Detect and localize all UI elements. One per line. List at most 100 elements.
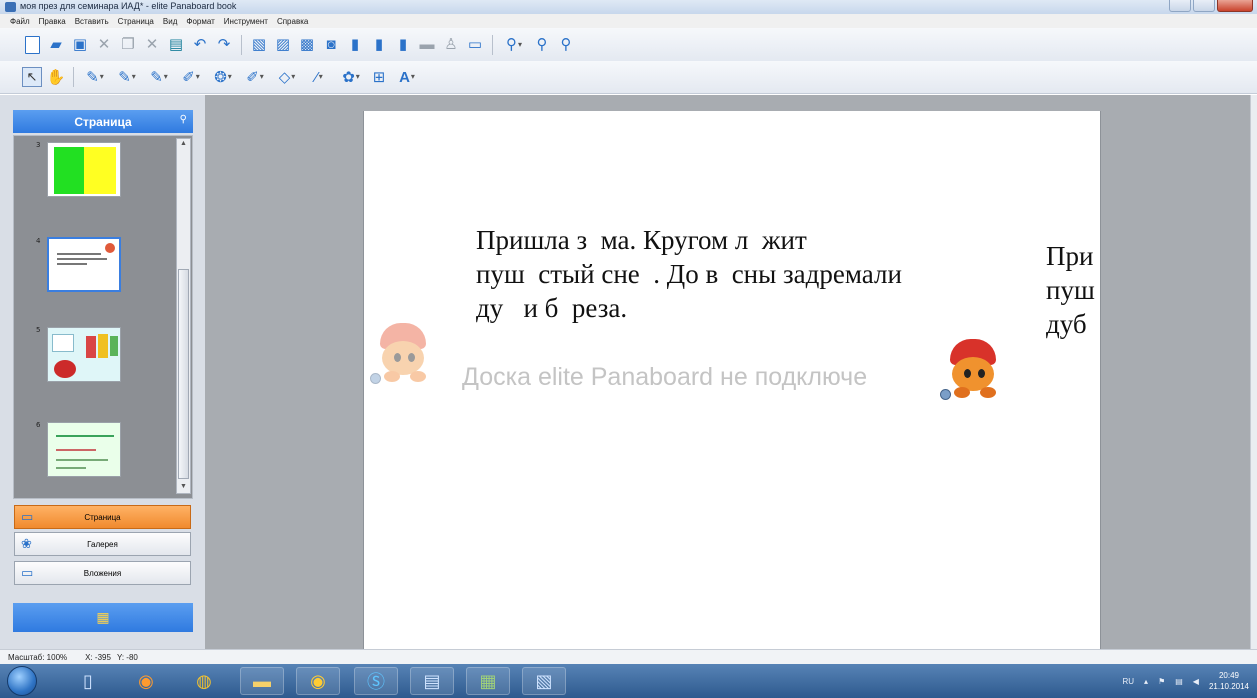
player-icon[interactable]: ◉ (296, 667, 340, 695)
insert-page-icon[interactable]: ▧ (249, 35, 269, 55)
menu-file[interactable]: Файл (10, 17, 30, 26)
select-cursor-icon[interactable]: ↖ (22, 67, 42, 87)
chrome-icon[interactable]: ◍ (182, 667, 226, 695)
lock-icon[interactable]: ▬ (417, 35, 437, 55)
mascot-pin-icon (940, 389, 951, 400)
maximize-button[interactable] (1193, 0, 1215, 12)
system-tray: RU ▴ ⚑ ▤ ◀ 20:49 21.10.2014 (1122, 664, 1249, 698)
tab-page-label: Страница (84, 512, 121, 522)
paste-icon[interactable]: ▤ (166, 35, 186, 55)
print-icon[interactable]: ▮ (393, 35, 413, 55)
shape-icon[interactable]: ◇ (273, 67, 301, 87)
thumbnail-text-line (56, 449, 96, 451)
menu-page[interactable]: Страница (118, 17, 154, 26)
thumbnail-page-6[interactable] (47, 422, 121, 477)
brush-icon[interactable]: ✐ (177, 67, 205, 87)
thumbnail-number: 3 (36, 141, 41, 149)
zoom-out-icon[interactable]: ⚲ (556, 35, 576, 55)
capture-icon[interactable]: ◙ (321, 35, 341, 55)
zoom-icon[interactable]: ⚲ (500, 35, 528, 55)
presentation-icon[interactable]: ▧ (522, 667, 566, 695)
explorer-icon[interactable]: ▯ (66, 667, 110, 695)
clock[interactable]: 20:49 21.10.2014 (1209, 670, 1249, 692)
thumbnail-list: 3 4 5 6 ▲ ▼ (13, 135, 193, 499)
undo-icon[interactable]: ↶ (190, 35, 210, 55)
close-button[interactable] (1217, 0, 1253, 12)
copy-icon[interactable]: ❐ (118, 35, 138, 55)
tab-page[interactable]: ▭ Страница (14, 505, 191, 529)
network-icon[interactable]: ▤ (1175, 677, 1183, 686)
volume-icon[interactable]: ◀ (1193, 677, 1199, 686)
mascot-face (382, 341, 424, 375)
tray-arrow-icon[interactable]: ▴ (1144, 677, 1148, 686)
thumbnail-page-4[interactable] (47, 237, 121, 292)
slide-overflow-text[interactable]: При пуш дуб (1046, 239, 1095, 341)
zoom-in-icon[interactable]: ⚲ (532, 35, 552, 55)
delete-icon[interactable]: ✕ (142, 35, 162, 55)
pen-icon[interactable]: ✎ (81, 67, 109, 87)
mascot-foot (410, 371, 426, 382)
mascot-eye (978, 369, 985, 378)
minimize-button[interactable] (1169, 0, 1191, 12)
thumbnail-mascot (105, 243, 115, 253)
redo-icon[interactable]: ↷ (214, 35, 234, 55)
pin-icon[interactable]: ⚲ (180, 114, 187, 125)
tab-attachments[interactable]: ▭ Вложения (14, 561, 191, 585)
language-indicator[interactable]: RU (1122, 677, 1134, 686)
scrollbar-thumb[interactable] (178, 269, 189, 479)
mascot-face (952, 357, 994, 391)
thumbnail-number: 6 (36, 421, 41, 429)
text-icon[interactable]: A (393, 67, 421, 87)
taskbar: ▯ ◉ ◍ ▬ ◉ Ⓢ ▤ ▦ ▧ RU ▴ ⚑ ▤ ◀ 20:49 21.10… (0, 664, 1257, 698)
export-icon[interactable]: ♙ (441, 35, 461, 55)
tab-gallery[interactable]: ❀ Галерея (14, 532, 191, 556)
thumbnail-green-block (54, 147, 84, 194)
menu-tools[interactable]: Инструмент (224, 17, 268, 26)
word-icon[interactable]: ▤ (410, 667, 454, 695)
menu-view[interactable]: Вид (163, 17, 177, 26)
thumbnail-page-5[interactable] (47, 327, 121, 382)
hand-icon[interactable]: ✋ (46, 67, 66, 87)
fill-icon[interactable]: ❂ (209, 67, 237, 87)
scroll-up-icon[interactable]: ▲ (179, 140, 188, 149)
menu-insert[interactable]: Вставить (75, 17, 109, 26)
slide-main-text[interactable]: Пришла з ма. Кругом л жит пуш стый сне .… (476, 223, 902, 325)
thumbnail-page-3[interactable] (47, 142, 121, 197)
mascot-foot (384, 371, 400, 382)
stamp-icon[interactable]: ✿ (337, 67, 365, 87)
page-panel: Страница ⚲ 3 4 5 6 ▲ ▼ ▭ Страница ❀ Гале… (0, 95, 205, 649)
menu-help[interactable]: Справка (277, 17, 308, 26)
mascot-foot (980, 387, 996, 398)
eraser-icon[interactable]: ✐ (241, 67, 269, 87)
thumbnail-scrollbar[interactable]: ▲ ▼ (176, 138, 191, 494)
folder-icon[interactable]: ▬ (240, 667, 284, 695)
panel-bottom-bar[interactable]: ▦ (13, 603, 193, 632)
attachment-icon: ▭ (21, 565, 34, 580)
scroll-down-icon[interactable]: ▼ (179, 483, 188, 492)
marker-icon[interactable]: ✎ (113, 67, 141, 87)
camera-icon[interactable]: ▮ (345, 35, 365, 55)
slide-canvas[interactable]: Пришла з ма. Кругом л жит пуш стый сне .… (363, 111, 1101, 649)
screen-capture-icon[interactable]: ▮ (369, 35, 389, 55)
cut-icon[interactable]: ✕ (94, 35, 114, 55)
screen-shade-icon[interactable]: ⊞ (369, 67, 389, 87)
panaboard-icon[interactable]: ▦ (466, 667, 510, 695)
media-player-icon[interactable]: ◉ (124, 667, 168, 695)
insert-file-icon[interactable]: ▩ (297, 35, 317, 55)
highlighter-icon[interactable]: ✎ (145, 67, 173, 87)
menu-edit[interactable]: Правка (39, 17, 66, 26)
start-button[interactable] (7, 666, 37, 696)
flag-icon[interactable]: ⚑ (1158, 677, 1165, 686)
menu-bar: Файл Правка Вставить Страница Вид Формат… (0, 14, 1257, 28)
menu-format[interactable]: Формат (186, 17, 214, 26)
new-page-icon[interactable] (22, 35, 42, 55)
line-icon[interactable]: ⁄ (305, 67, 333, 87)
mascot-eye (408, 353, 415, 362)
save-icon[interactable]: ▣ (70, 35, 90, 55)
skype-icon[interactable]: Ⓢ (354, 667, 398, 695)
open-folder-icon[interactable]: ▰ (46, 35, 66, 55)
tab-attachments-label: Вложения (83, 568, 122, 578)
fullscreen-icon[interactable]: ▭ (465, 35, 485, 55)
workspace-scrollbar[interactable] (1250, 95, 1257, 649)
insert-image-icon[interactable]: ▨ (273, 35, 293, 55)
